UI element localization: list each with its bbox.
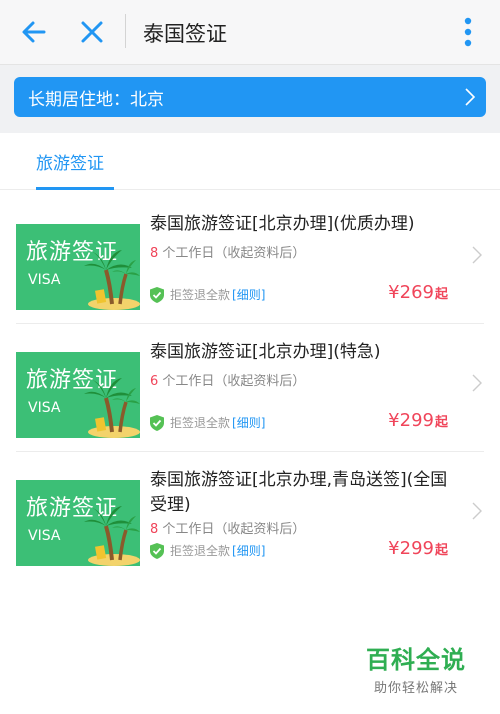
more-options-button[interactable]	[456, 14, 480, 50]
residence-label: 长期居住地：北京	[28, 89, 164, 110]
tab-tourist-visa[interactable]: 旅游签证	[36, 133, 104, 189]
price-suffix: 起	[434, 415, 448, 430]
days-text: 个工作日（收起资料后）	[158, 522, 306, 537]
visa-thumbnail: 旅游签证 VISA	[16, 224, 140, 310]
thumbnail-subtitle: VISA	[28, 528, 61, 544]
thumbnail-subtitle: VISA	[28, 400, 61, 416]
refund-detail-link[interactable]: [细则]	[232, 542, 265, 559]
close-button[interactable]	[72, 12, 112, 52]
product-title: 泰国旅游签证[北京办理,青岛送签](全国受理)	[150, 470, 448, 515]
processing-days: 8 个工作日（收起资料后）	[150, 518, 305, 537]
chevron-right-icon	[472, 374, 482, 392]
shield-check-icon	[150, 286, 164, 303]
refund-policy: 拒签退全款 [细则]	[150, 286, 265, 303]
product-title: 泰国旅游签证[北京办理](特急)	[150, 342, 381, 362]
refund-policy: 拒签退全款 [细则]	[150, 542, 265, 559]
tab-label: 旅游签证	[36, 153, 104, 174]
watermark-title: 百科全说	[366, 646, 466, 674]
product-card[interactable]: 旅游签证 VISA 泰国旅游签证[北京办理](特急) 6 个工作日（收起资料后）…	[0, 324, 500, 452]
top-app-bar: 泰国签证	[0, 0, 500, 65]
palm-island-icon	[84, 250, 140, 310]
visa-thumbnail: 旅游签证 VISA	[16, 352, 140, 438]
chevron-right-icon	[472, 246, 482, 264]
processing-days: 6 个工作日（收起资料后）	[150, 370, 305, 389]
price-value: ¥269	[388, 282, 434, 303]
price-suffix: 起	[434, 287, 448, 302]
processing-days: 8 个工作日（收起资料后）	[150, 242, 305, 261]
price-value: ¥299	[388, 538, 434, 559]
refund-text: 拒签退全款	[170, 416, 231, 430]
visa-thumbnail: 旅游签证 VISA	[16, 480, 140, 566]
watermark-logo: 百科全说 助你轻松解决	[366, 640, 466, 696]
palm-island-icon	[84, 506, 140, 566]
refund-detail-link[interactable]: [细则]	[232, 286, 265, 303]
refund-policy: 拒签退全款 [细则]	[150, 414, 265, 431]
price: ¥299 起	[388, 538, 448, 559]
toolbar-divider	[125, 14, 126, 48]
thumbnail-subtitle: VISA	[28, 272, 61, 288]
refund-detail-link[interactable]: [细则]	[232, 414, 265, 431]
watermark-subtitle: 助你轻松解决	[373, 681, 458, 696]
residence-section: 长期居住地：北京	[0, 65, 500, 133]
more-vertical-icon	[464, 17, 472, 47]
shield-check-icon	[150, 414, 164, 431]
back-arrow-icon	[22, 21, 46, 43]
page-title: 泰国签证	[143, 22, 227, 46]
price: ¥299 起	[388, 410, 448, 431]
tab-bar: 旅游签证	[0, 133, 500, 190]
chevron-right-icon	[465, 88, 476, 106]
product-title: 泰国旅游签证[北京办理](优质办理)	[150, 214, 415, 234]
tab-active-indicator	[36, 187, 114, 190]
days-text: 个工作日（收起资料后）	[158, 374, 306, 389]
product-card[interactable]: 旅游签证 VISA 泰国旅游签证[北京办理](优质办理) 8 个工作日（收起资料…	[0, 196, 500, 324]
price-value: ¥299	[388, 410, 434, 431]
price-suffix: 起	[434, 543, 448, 558]
palm-island-icon	[84, 378, 140, 438]
days-text: 个工作日（收起资料后）	[158, 246, 306, 261]
close-icon	[81, 21, 103, 43]
product-card[interactable]: 旅游签证 VISA 泰国旅游签证[北京办理,青岛送签](全国受理) 8 个工作日…	[0, 452, 500, 580]
price: ¥269 起	[388, 282, 448, 303]
shield-check-icon	[150, 542, 164, 559]
residence-selector[interactable]: 长期居住地：北京	[14, 77, 486, 117]
chevron-right-icon	[472, 502, 482, 520]
refund-text: 拒签退全款	[170, 544, 231, 558]
refund-text: 拒签退全款	[170, 288, 231, 302]
back-button[interactable]	[14, 12, 54, 52]
